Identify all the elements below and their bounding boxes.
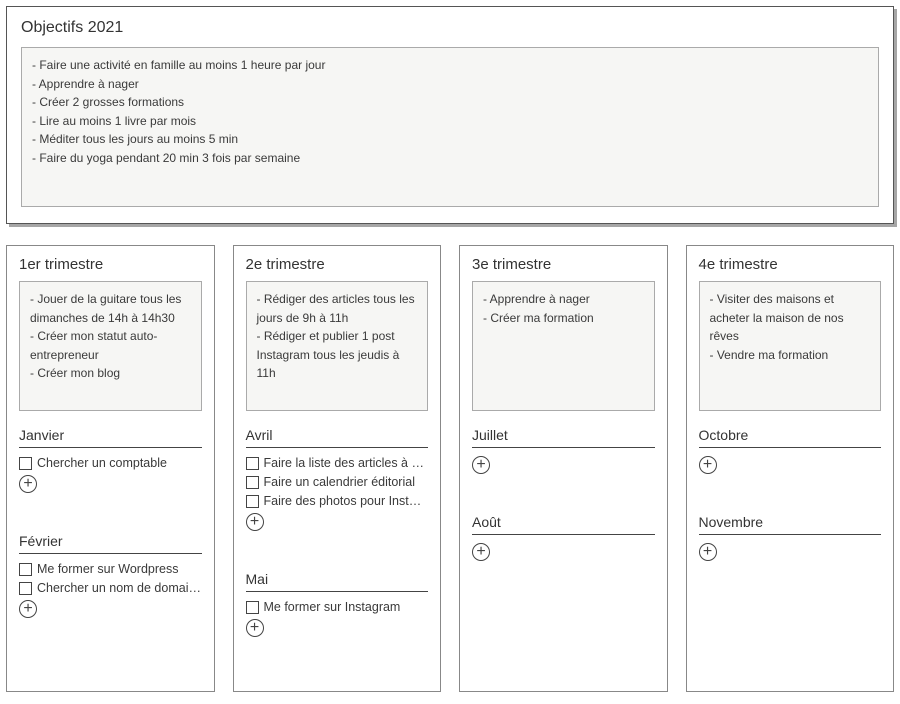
quarter-goal-box[interactable]: - Apprendre à nager - Créer ma formation	[472, 281, 655, 411]
quarter-goal-box[interactable]: - Rédiger des articles tous les jours de…	[246, 281, 429, 411]
goal-line: - Faire une activité en famille au moins…	[32, 56, 868, 75]
month-title: Octobre	[699, 427, 882, 448]
month-block-aout: Août +	[472, 514, 655, 561]
objectives-title: Objectifs 2021	[21, 19, 879, 37]
month-block-fevrier: Février Me former sur Wordpress Chercher…	[19, 533, 202, 618]
quarter-title: 4e trimestre	[699, 256, 882, 273]
goal-line: - Jouer de la guitare tous les dimanches…	[30, 290, 191, 327]
quarter-2-card: 2e trimestre - Rédiger des articles tous…	[233, 245, 442, 692]
add-task-button[interactable]: +	[699, 456, 717, 474]
task-row[interactable]: Faire des photos pour Instagram	[246, 494, 429, 508]
quarter-3-card: 3e trimestre - Apprendre à nager - Créer…	[459, 245, 668, 692]
goal-line: - Rédiger et publier 1 post Instagram to…	[257, 327, 418, 383]
task-label: Me former sur Wordpress	[37, 562, 178, 576]
goal-line: - Créer ma formation	[483, 309, 644, 328]
goal-line: - Faire du yoga pendant 20 min 3 fois pa…	[32, 149, 868, 168]
month-block-juillet: Juillet +	[472, 427, 655, 474]
checkbox[interactable]	[246, 495, 259, 508]
month-title: Janvier	[19, 427, 202, 448]
month-block-octobre: Octobre +	[699, 427, 882, 474]
task-label: Chercher un comptable	[37, 456, 167, 470]
task-label: Faire la liste des articles à rédiger	[264, 456, 429, 470]
task-label: Me former sur Instagram	[264, 600, 401, 614]
month-title: Août	[472, 514, 655, 535]
task-label: Faire un calendrier éditorial	[264, 475, 415, 489]
month-title: Avril	[246, 427, 429, 448]
add-task-button[interactable]: +	[472, 543, 490, 561]
goal-line: - Vendre ma formation	[710, 346, 871, 365]
add-task-button[interactable]: +	[19, 600, 37, 618]
quarter-goal-box[interactable]: - Visiter des maisons et acheter la mais…	[699, 281, 882, 411]
add-task-button[interactable]: +	[472, 456, 490, 474]
checkbox[interactable]	[19, 457, 32, 470]
add-task-button[interactable]: +	[246, 513, 264, 531]
task-row[interactable]: Chercher un nom de domaine	[19, 581, 202, 595]
task-row[interactable]: Faire la liste des articles à rédiger	[246, 456, 429, 470]
quarter-4-card: 4e trimestre - Visiter des maisons et ac…	[686, 245, 895, 692]
goal-line: - Créer mon blog	[30, 364, 191, 383]
quarter-title: 2e trimestre	[246, 256, 429, 273]
task-row[interactable]: Me former sur Wordpress	[19, 562, 202, 576]
task-label: Faire des photos pour Instagram	[264, 494, 429, 508]
task-label: Chercher un nom de domaine	[37, 581, 202, 595]
task-row[interactable]: Faire un calendrier éditorial	[246, 475, 429, 489]
month-title: Juillet	[472, 427, 655, 448]
month-block-novembre: Novembre +	[699, 514, 882, 561]
month-title: Février	[19, 533, 202, 554]
quarter-title: 1er trimestre	[19, 256, 202, 273]
checkbox[interactable]	[19, 582, 32, 595]
month-block-mai: Mai Me former sur Instagram +	[246, 571, 429, 637]
add-task-button[interactable]: +	[19, 475, 37, 493]
month-title: Novembre	[699, 514, 882, 535]
checkbox[interactable]	[246, 457, 259, 470]
goal-line: - Méditer tous les jours au moins 5 min	[32, 130, 868, 149]
quarter-title: 3e trimestre	[472, 256, 655, 273]
month-title: Mai	[246, 571, 429, 592]
month-block-janvier: Janvier Chercher un comptable +	[19, 427, 202, 493]
checkbox[interactable]	[19, 563, 32, 576]
add-task-button[interactable]: +	[246, 619, 264, 637]
goal-line: - Apprendre à nager	[32, 75, 868, 94]
add-task-button[interactable]: +	[699, 543, 717, 561]
objectives-goal-box[interactable]: - Faire une activité en famille au moins…	[21, 47, 879, 207]
month-block-avril: Avril Faire la liste des articles à rédi…	[246, 427, 429, 531]
task-row[interactable]: Me former sur Instagram	[246, 600, 429, 614]
quarter-goal-box[interactable]: - Jouer de la guitare tous les dimanches…	[19, 281, 202, 411]
quarter-1-card: 1er trimestre - Jouer de la guitare tous…	[6, 245, 215, 692]
goal-line: - Créer 2 grosses formations	[32, 93, 868, 112]
goal-line: - Lire au moins 1 livre par mois	[32, 112, 868, 131]
goal-line: - Rédiger des articles tous les jours de…	[257, 290, 418, 327]
checkbox[interactable]	[246, 601, 259, 614]
goal-line: - Visiter des maisons et acheter la mais…	[710, 290, 871, 346]
task-row[interactable]: Chercher un comptable	[19, 456, 202, 470]
goal-line: - Apprendre à nager	[483, 290, 644, 309]
quarters-row: 1er trimestre - Jouer de la guitare tous…	[6, 245, 894, 692]
checkbox[interactable]	[246, 476, 259, 489]
goal-line: - Créer mon statut auto-entrepreneur	[30, 327, 191, 364]
objectives-card: Objectifs 2021 - Faire une activité en f…	[6, 6, 894, 224]
